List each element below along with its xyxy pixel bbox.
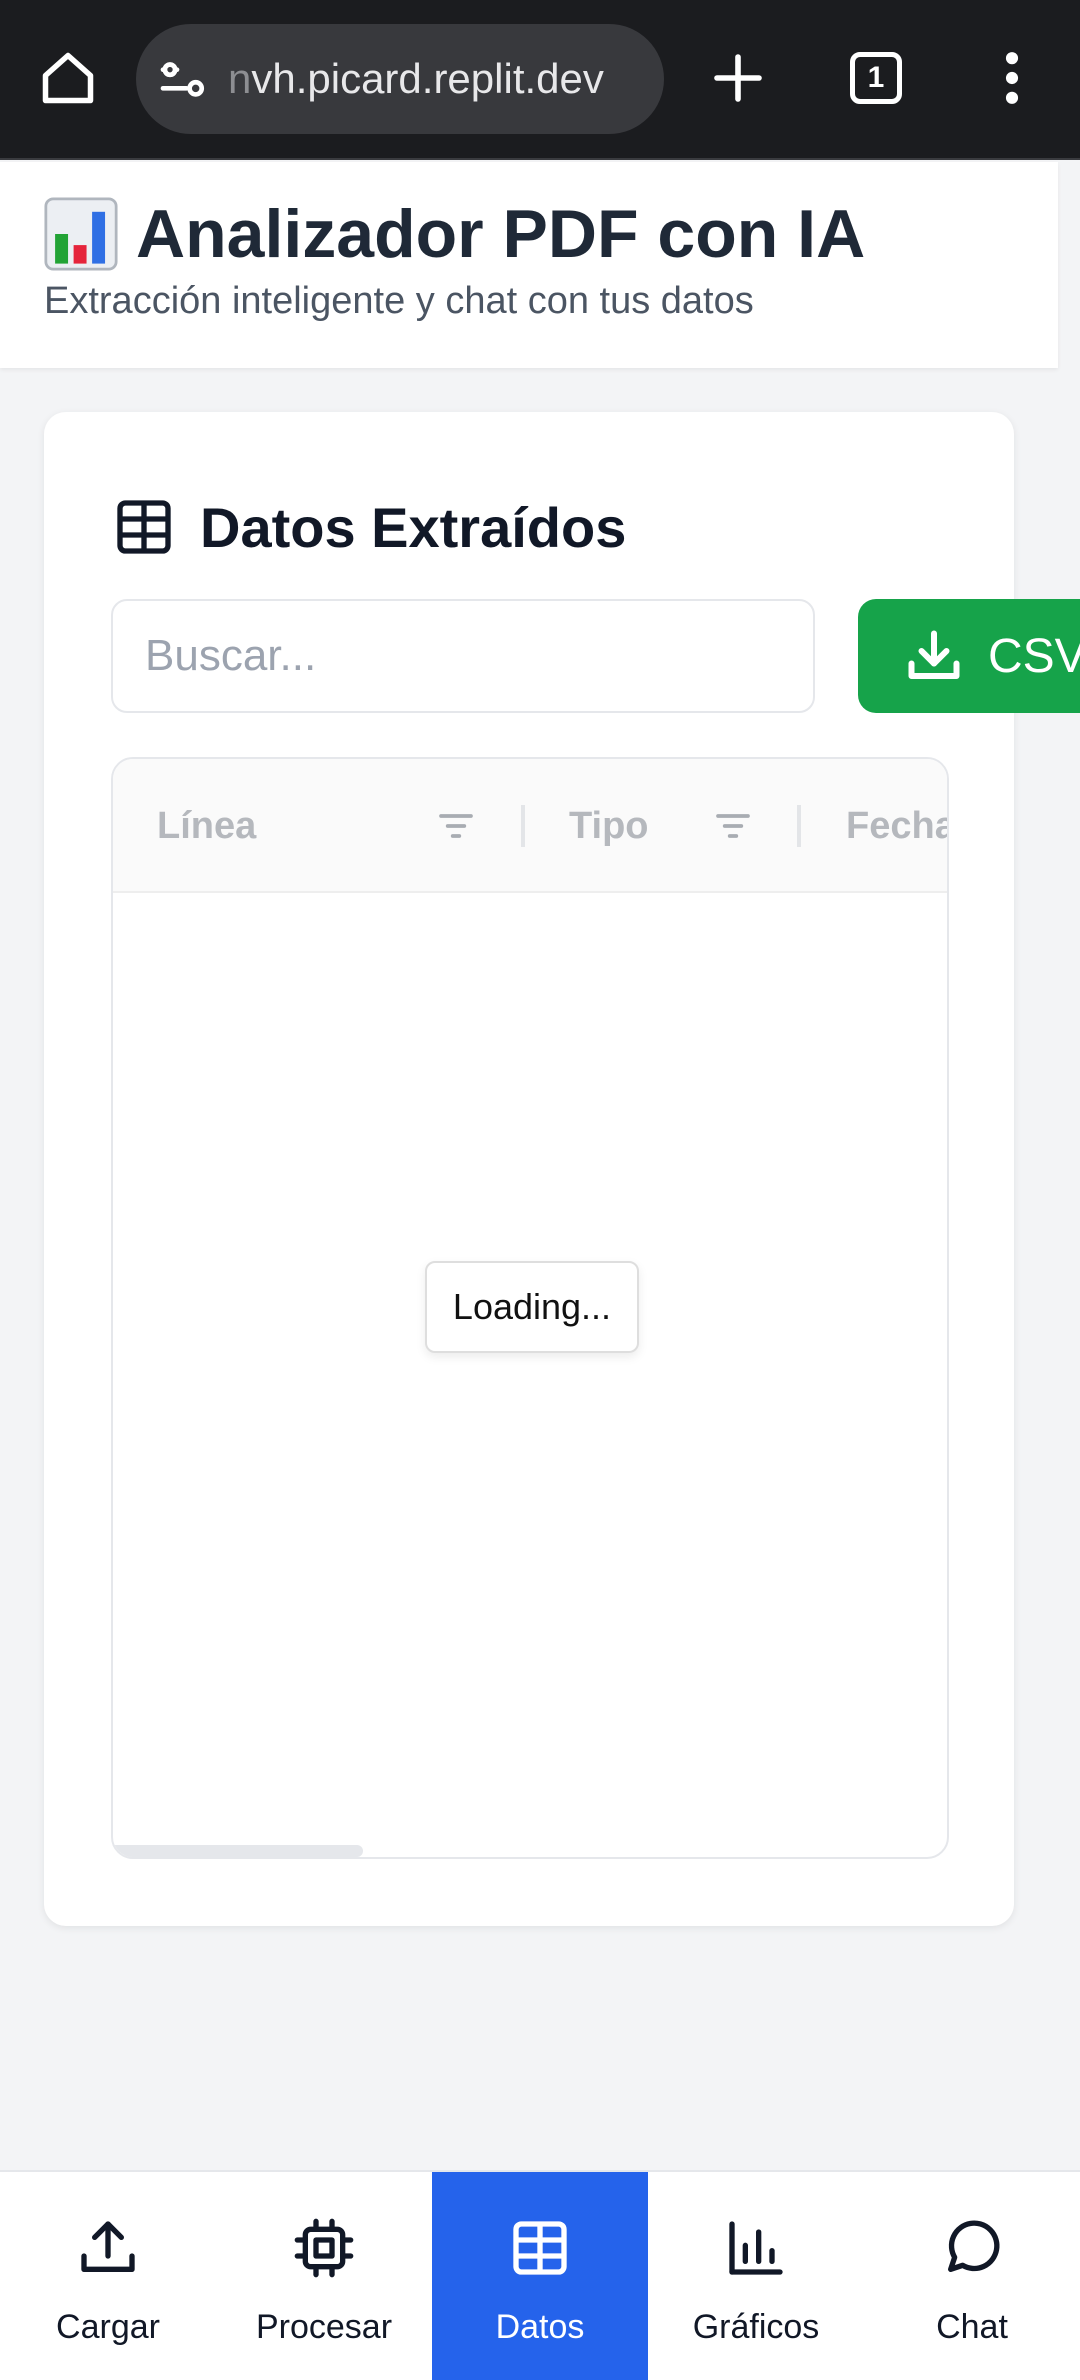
filter-icon[interactable] xyxy=(713,806,753,846)
horizontal-scrollbar[interactable] xyxy=(113,1845,363,1857)
new-tab-button[interactable] xyxy=(700,40,776,116)
url-text: nvh.picard.replit.dev xyxy=(228,24,604,134)
extracted-data-card: Datos Extraídos CSV Línea Tipo Fecha Loa… xyxy=(44,412,1080,1926)
loading-overlay: Loading... xyxy=(425,1261,639,1353)
tab-switcher-button[interactable]: 1 xyxy=(838,40,914,116)
home-button[interactable] xyxy=(30,40,106,116)
app-subtitle: Extracción inteligente y chat con tus da… xyxy=(44,280,754,322)
home-icon xyxy=(42,52,94,104)
export-csv-button[interactable]: CSV xyxy=(858,599,1080,713)
tab-count: 1 xyxy=(850,52,902,104)
column-header-linea[interactable]: Línea xyxy=(157,759,256,893)
card-title: Datos Extraídos xyxy=(200,495,627,559)
browser-toolbar: nvh.picard.replit.dev 1 xyxy=(0,0,1080,160)
column-header-fecha[interactable]: Fecha xyxy=(846,759,949,893)
column-header-label: Línea xyxy=(157,804,257,847)
app-title-text: Analizador PDF con IA xyxy=(136,196,866,272)
column-resize-handle[interactable] xyxy=(521,805,525,847)
nav-item-datos[interactable]: Datos xyxy=(432,2172,648,2380)
nav-label: Gráficos xyxy=(692,2308,820,2346)
nav-item-cargar[interactable]: Cargar xyxy=(0,2172,216,2380)
address-bar[interactable]: nvh.picard.replit.dev xyxy=(136,24,664,134)
page-title: Analizador PDF con IA xyxy=(44,192,865,276)
url-domain: vh.picard.replit.dev xyxy=(251,55,604,102)
table-icon xyxy=(117,500,171,554)
nav-label: Procesar xyxy=(255,2308,393,2346)
table-icon xyxy=(513,2221,567,2275)
site-settings-icon[interactable] xyxy=(156,51,212,107)
nav-item-procesar[interactable]: Procesar xyxy=(216,2172,432,2380)
nav-label: Cargar xyxy=(56,2308,160,2346)
app-header: Analizador PDF con IA Extracción intelig… xyxy=(0,162,1058,368)
grid-header: Línea Tipo Fecha xyxy=(113,759,947,893)
bottom-navigation: Cargar Procesar Datos Gráficos Chat xyxy=(0,2170,1080,2380)
more-vertical-icon xyxy=(1005,52,1019,104)
upload-icon xyxy=(81,2221,135,2272)
column-header-label: Tipo xyxy=(569,804,649,847)
bar-chart-icon xyxy=(729,2221,783,2275)
chat-bubble-icon xyxy=(948,2220,1000,2272)
column-header-label: Fecha xyxy=(846,804,949,847)
export-csv-label: CSV xyxy=(988,629,1080,683)
column-header-tipo[interactable]: Tipo xyxy=(569,759,649,893)
cpu-icon xyxy=(294,2218,354,2278)
nav-label: Datos xyxy=(495,2308,585,2346)
nav-item-graficos[interactable]: Gráficos xyxy=(648,2172,864,2380)
search-input[interactable] xyxy=(111,599,815,713)
nav-label: Chat xyxy=(936,2308,1008,2346)
column-resize-handle[interactable] xyxy=(797,805,801,847)
card-header: Datos Extraídos xyxy=(112,482,626,572)
browser-menu-button[interactable] xyxy=(980,40,1044,116)
data-grid: Línea Tipo Fecha Loading... xyxy=(111,757,949,1859)
filter-icon[interactable] xyxy=(436,806,476,846)
url-faded-text: n xyxy=(228,55,252,102)
download-icon xyxy=(908,630,960,679)
nav-item-chat[interactable]: Chat xyxy=(864,2172,1080,2380)
bar-chart-emoji-icon xyxy=(44,197,118,271)
plus-icon xyxy=(714,54,762,102)
